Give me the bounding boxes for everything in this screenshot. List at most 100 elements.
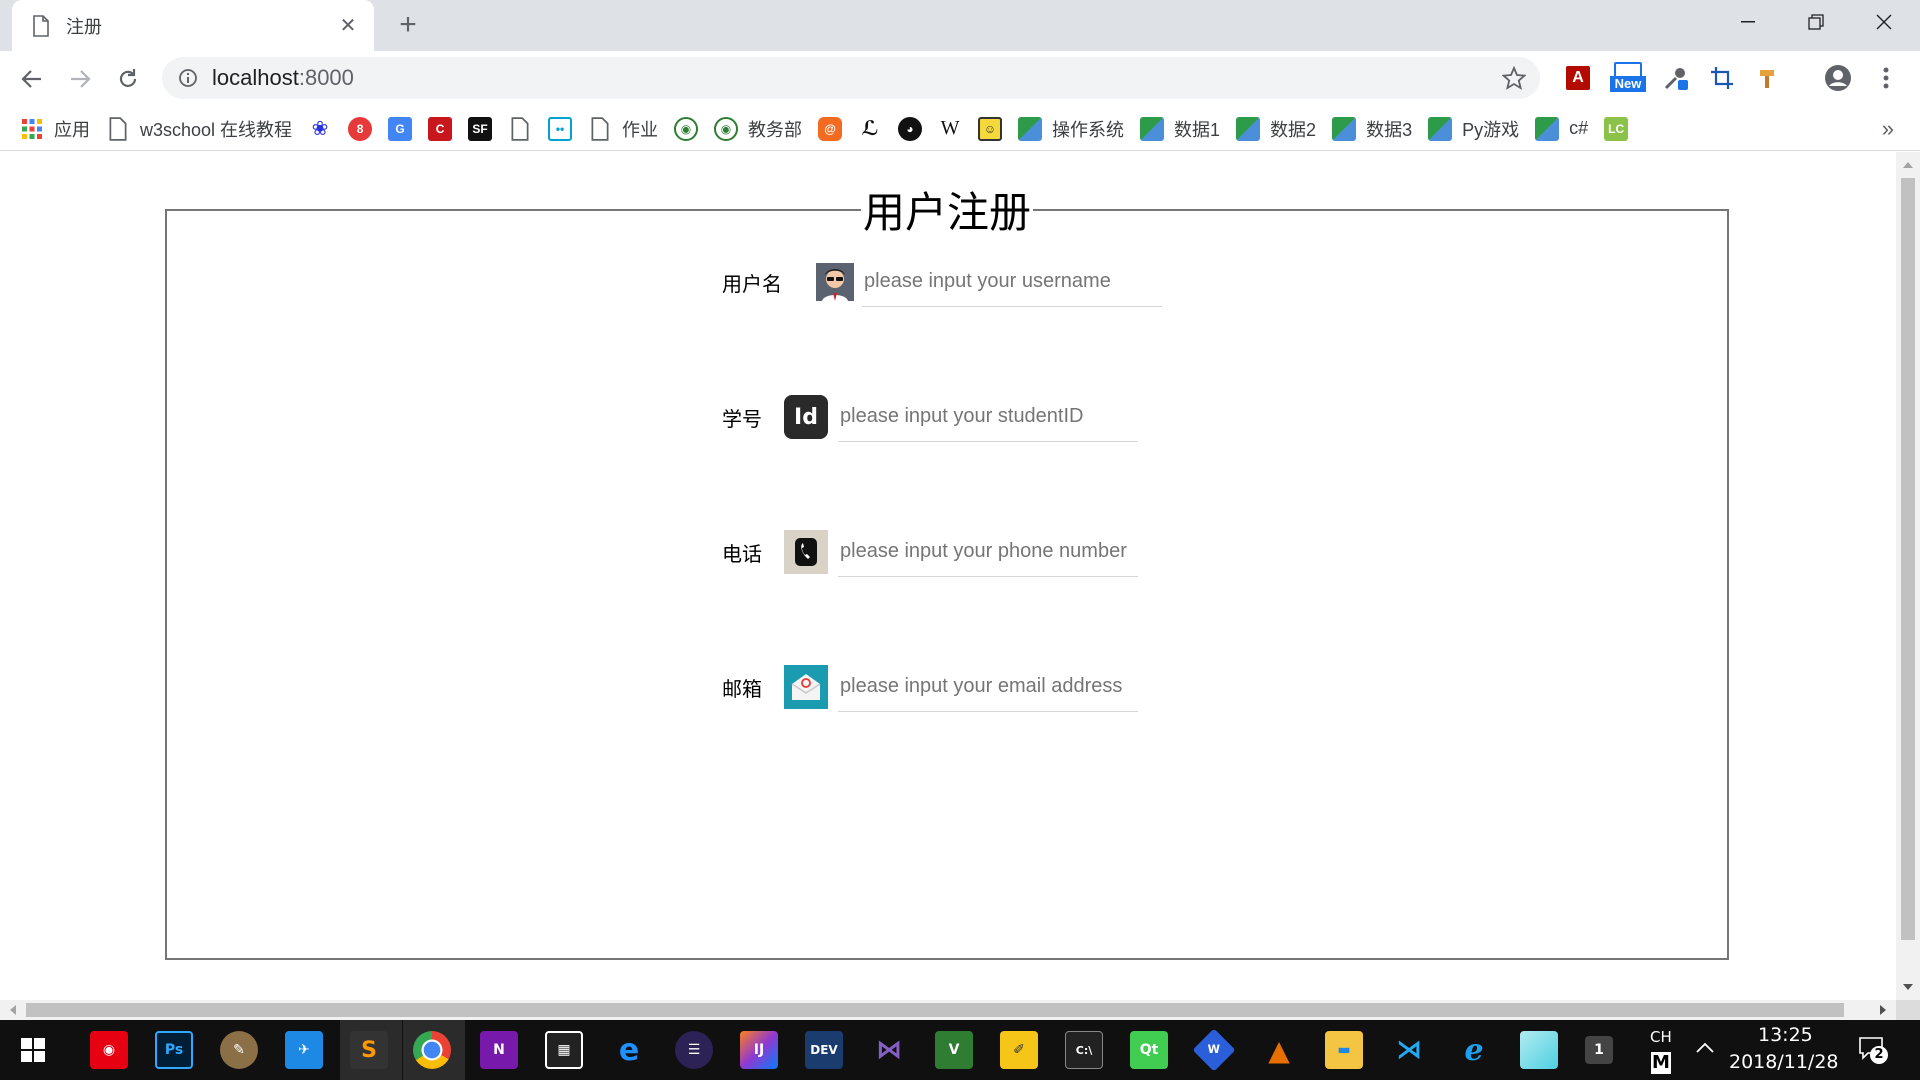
menu-button[interactable]	[1870, 62, 1902, 94]
bookmark-bilibili[interactable]: ••	[548, 116, 573, 141]
tab-active[interactable]: 注册 ✕	[12, 0, 374, 51]
file-explorer-icon[interactable]: ▬	[1325, 1031, 1363, 1069]
address-bar[interactable]: localhost:8000	[162, 57, 1540, 99]
folder-book-icon	[1332, 116, 1357, 141]
mail-icon	[784, 665, 828, 709]
feishu-bird-icon[interactable]: ✈	[285, 1031, 323, 1069]
restore-button[interactable]	[1784, 0, 1848, 44]
wps-icon[interactable]: W	[1192, 1028, 1236, 1072]
eclipse-icon[interactable]: ☰	[675, 1031, 713, 1069]
bookmark-csharp[interactable]: c#	[1535, 116, 1589, 141]
star-icon[interactable]	[1502, 66, 1526, 90]
horizontal-scroll-thumb[interactable]	[26, 1003, 1844, 1017]
paint-palette-icon[interactable]: ✎	[220, 1031, 258, 1069]
bookmark-github[interactable]: ◕	[898, 116, 923, 141]
smiley-icon: ☺	[978, 116, 1003, 141]
matlab-icon[interactable]: ▲	[1260, 1031, 1298, 1069]
bookmark-academic[interactable]: ◉ 教务部	[714, 116, 802, 142]
bookmark-csharp-label: c#	[1569, 118, 1589, 138]
bookmark-translate[interactable]: G	[388, 116, 413, 141]
page-icon	[33, 14, 49, 37]
phone-input[interactable]	[838, 527, 1138, 577]
close-window-button[interactable]	[1852, 0, 1916, 44]
bookmark-juejin[interactable]: ℒ	[858, 117, 882, 141]
bookmark-lime-app[interactable]: LC	[1604, 116, 1629, 141]
qt-creator-icon[interactable]: Qt	[1130, 1031, 1168, 1069]
tray-chevron-icon[interactable]	[1696, 1038, 1714, 1057]
calculator-icon[interactable]: ▦	[545, 1031, 583, 1069]
vim-icon[interactable]: V	[935, 1031, 973, 1069]
bookmark-w3school-label: w3school 在线教程	[140, 119, 293, 140]
vscode-icon[interactable]: ⋊	[1390, 1031, 1428, 1069]
bookmark-blank[interactable]	[508, 116, 532, 141]
workspace-badge[interactable]: 1	[1585, 1036, 1613, 1064]
studentid-input[interactable]	[838, 392, 1138, 442]
scroll-right-icon[interactable]	[1880, 1005, 1888, 1015]
back-button[interactable]	[16, 63, 48, 95]
crop-extension-icon[interactable]	[1706, 62, 1738, 94]
browser-toolbar: localhost:8000 A New	[0, 51, 1920, 107]
hammer-extension-icon[interactable]	[1752, 62, 1784, 94]
forward-button[interactable]	[64, 63, 96, 95]
bookmark-homework[interactable]: 作业	[588, 116, 658, 142]
minimize-button[interactable]	[1716, 0, 1780, 44]
onenote-icon[interactable]: N	[480, 1031, 518, 1069]
bookmark-csdn[interactable]: C	[428, 116, 453, 141]
email-label: 邮箱	[722, 676, 762, 701]
username-input[interactable]	[862, 257, 1162, 307]
bookmark-baidu[interactable]: ❀	[308, 117, 332, 141]
new-extension-icon[interactable]: New	[1608, 62, 1648, 94]
close-tab-icon[interactable]: ✕	[336, 13, 360, 38]
devcpp-icon[interactable]: DEV	[805, 1031, 843, 1069]
notifications-button[interactable]: 2	[1858, 1036, 1888, 1064]
pdf-extension-icon[interactable]: A	[1562, 62, 1594, 94]
scroll-up-icon[interactable]	[1903, 160, 1913, 168]
bookmark-sf[interactable]: SF	[468, 116, 493, 141]
scroll-down-icon[interactable]	[1903, 984, 1913, 992]
notepad-pen-icon[interactable]: ✐	[1000, 1031, 1038, 1069]
new-badge: New	[1610, 76, 1646, 92]
bookmark-red-app[interactable]: 8	[348, 116, 373, 141]
visual-studio-icon[interactable]: ⋈	[870, 1031, 908, 1069]
crop-icon	[1711, 67, 1733, 89]
bookmark-smiley[interactable]: ☺	[978, 116, 1003, 141]
reload-button[interactable]	[112, 63, 144, 95]
bookmark-os[interactable]: 操作系统	[1018, 116, 1124, 142]
bookmark-w3school[interactable]: w3school 在线教程	[106, 116, 292, 142]
bookmark-school[interactable]: ◉	[674, 116, 699, 141]
bookmarks-overflow-button[interactable]: »	[1882, 116, 1894, 142]
clock-date[interactable]: 2018/11/28	[1729, 1051, 1839, 1073]
netease-music-icon[interactable]: ◉	[90, 1031, 128, 1069]
vertical-scrollbar[interactable]	[1896, 152, 1920, 1000]
internet-explorer-icon[interactable]: ℯ	[1455, 1031, 1493, 1069]
input-lang[interactable]: CH	[1650, 1028, 1672, 1046]
bookmark-data2[interactable]: 数据2	[1236, 116, 1316, 142]
bookmark-data3[interactable]: 数据3	[1332, 116, 1412, 142]
crystal-app-icon[interactable]	[1520, 1031, 1558, 1069]
new-tab-button[interactable]: +	[392, 10, 424, 42]
vertical-scroll-thumb[interactable]	[1901, 178, 1915, 940]
terminal-icon[interactable]: C:\	[1065, 1031, 1103, 1069]
edge-icon[interactable]: e	[610, 1031, 648, 1069]
clock-time[interactable]: 13:25	[1758, 1024, 1813, 1046]
user-avatar-icon	[816, 263, 854, 301]
info-icon[interactable]	[178, 68, 198, 88]
start-button[interactable]	[14, 1031, 52, 1069]
profile-button[interactable]	[1822, 62, 1854, 94]
ime-indicator[interactable]: M	[1651, 1052, 1671, 1074]
bookmark-data1[interactable]: 数据1	[1140, 116, 1220, 142]
eyedropper-extension-icon[interactable]	[1660, 62, 1692, 94]
bookmark-orange-app[interactable]: @	[818, 116, 843, 141]
intellij-icon[interactable]: IJ	[740, 1031, 778, 1069]
reload-icon	[119, 69, 137, 87]
bookmark-pygame[interactable]: Py游戏	[1428, 116, 1519, 142]
sublime-text-icon[interactable]: S	[350, 1031, 388, 1069]
photoshop-icon[interactable]: Ps	[155, 1031, 193, 1069]
email-input[interactable]	[838, 662, 1138, 712]
chrome-icon[interactable]	[413, 1031, 451, 1069]
bookmark-apps[interactable]: 应用	[20, 116, 90, 142]
horizontal-scrollbar[interactable]	[0, 1000, 1896, 1020]
scroll-left-icon[interactable]	[8, 1005, 16, 1015]
bookmark-wikipedia[interactable]: W	[938, 117, 962, 141]
username-label: 用户名	[722, 271, 782, 296]
